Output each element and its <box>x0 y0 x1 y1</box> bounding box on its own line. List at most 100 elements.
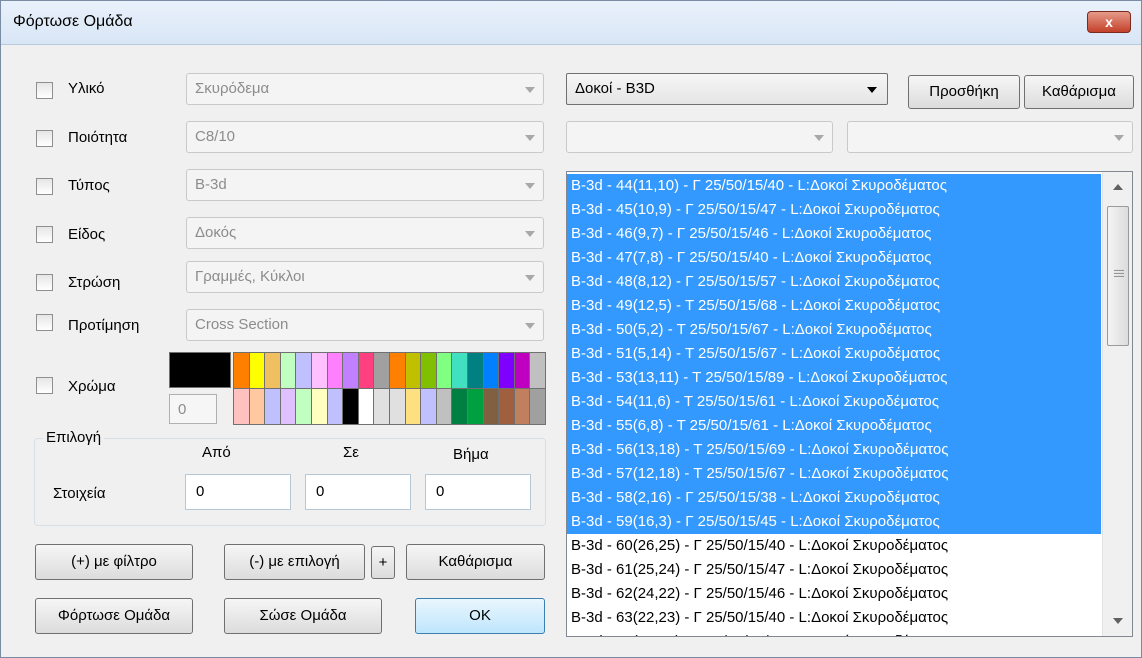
color-swatch[interactable] <box>343 389 358 424</box>
color-swatch[interactable] <box>390 389 405 424</box>
color-swatch[interactable] <box>468 389 483 424</box>
list-item[interactable]: B-3d - 63(22,23) - Γ 25/50/15/40 - L:Δοκ… <box>567 606 1101 630</box>
color-checkbox[interactable] <box>36 377 53 394</box>
list-item[interactable]: B-3d - 60(26,25) - Γ 25/50/15/40 - L:Δοκ… <box>567 534 1101 558</box>
list-item[interactable]: B-3d - 54(11,6) - T 25/50/15/61 - L:Δοκο… <box>567 390 1101 414</box>
list-item[interactable]: B-3d - 61(25,24) - Γ 25/50/15/47 - L:Δοκ… <box>567 558 1101 582</box>
material-select[interactable]: Σκυρόδεμα <box>186 73 544 105</box>
clear-selection-button[interactable]: Καθάρισμα <box>406 544 545 580</box>
layer-label: Στρώση <box>68 274 121 291</box>
color-swatch[interactable] <box>483 389 499 424</box>
close-button[interactable]: x <box>1087 11 1131 33</box>
elements-list: B-3d - 44(11,10) - Γ 25/50/15/40 - L:Δοκ… <box>567 174 1101 636</box>
add-button[interactable]: Προσθήκη <box>908 75 1020 109</box>
color-swatch[interactable] <box>296 353 311 388</box>
kind-checkbox[interactable] <box>36 226 53 243</box>
color-swatch[interactable] <box>327 353 343 388</box>
layer-select[interactable]: Γραμμές, Κύκλοι <box>186 261 544 293</box>
color-swatch[interactable] <box>483 353 499 388</box>
color-swatch[interactable] <box>234 389 249 424</box>
list-item[interactable]: B-3d - 57(12,18) - T 25/50/15/67 - L:Δοκ… <box>567 462 1101 486</box>
color-swatch[interactable] <box>358 389 374 424</box>
scroll-down-button[interactable] <box>1103 606 1132 636</box>
step-column-label: Βήμα <box>453 446 489 463</box>
color-swatch[interactable] <box>358 353 374 388</box>
quality-select[interactable]: C8/10 <box>186 121 544 153</box>
list-item[interactable]: B-3d - 58(2,16) - Γ 25/50/15/38 - L:Δοκο… <box>567 486 1101 510</box>
list-item[interactable]: B-3d - 56(13,18) - T 25/50/15/69 - L:Δοκ… <box>567 438 1101 462</box>
color-swatch[interactable] <box>296 389 311 424</box>
list-item[interactable]: B-3d - 53(13,11) - T 25/50/15/89 - L:Δοκ… <box>567 366 1101 390</box>
list-item[interactable]: B-3d - 55(6,8) - T 25/50/15/61 - L:Δοκοί… <box>567 414 1101 438</box>
color-swatch[interactable] <box>249 389 265 424</box>
color-swatch[interactable] <box>280 353 296 388</box>
color-swatch[interactable] <box>530 389 545 424</box>
color-swatch[interactable] <box>499 389 514 424</box>
elements-listbox[interactable]: B-3d - 44(11,10) - Γ 25/50/15/40 - L:Δοκ… <box>566 171 1133 637</box>
step-input[interactable]: 0 <box>425 474 531 510</box>
selected-color-swatch[interactable] <box>169 352 231 388</box>
color-swatch[interactable] <box>312 353 327 388</box>
color-swatch[interactable] <box>405 389 421 424</box>
color-swatch[interactable] <box>249 353 265 388</box>
from-input[interactable]: 0 <box>185 474 291 510</box>
list-item[interactable]: B-3d - 48(8,12) - Γ 25/50/15/57 - L:Δοκο… <box>567 270 1101 294</box>
color-swatch[interactable] <box>234 353 249 388</box>
subfilter-select-2[interactable] <box>847 121 1133 153</box>
preference-select[interactable]: Cross Section <box>186 309 544 341</box>
preference-checkbox[interactable] <box>36 314 53 331</box>
color-swatch[interactable] <box>530 353 545 388</box>
color-swatch[interactable] <box>514 389 530 424</box>
type-select[interactable]: B-3d <box>186 169 544 201</box>
plus-button[interactable]: + <box>371 546 395 579</box>
material-checkbox[interactable] <box>36 82 53 99</box>
color-swatch[interactable] <box>280 389 296 424</box>
ok-button[interactable]: OK <box>415 598 545 634</box>
color-index-field[interactable]: 0 <box>169 394 217 424</box>
list-item[interactable]: B-3d - 51(5,14) - T 25/50/15/67 - L:Δοκο… <box>567 342 1101 366</box>
color-swatch[interactable] <box>452 353 467 388</box>
add-with-filter-button[interactable]: (+) με φίλτρο <box>35 544 193 580</box>
layer-checkbox[interactable] <box>36 274 53 291</box>
scroll-up-button[interactable] <box>1103 172 1132 202</box>
list-item[interactable]: B-3d - 44(11,10) - Γ 25/50/15/40 - L:Δοκ… <box>567 174 1101 198</box>
subfilter-select-1[interactable] <box>566 121 833 153</box>
save-group-button[interactable]: Σώσε Ομάδα <box>224 598 382 634</box>
color-swatch[interactable] <box>374 389 389 424</box>
scroll-thumb[interactable]: ― ― ― <box>1107 206 1129 346</box>
color-swatch[interactable] <box>436 389 452 424</box>
color-swatch[interactable] <box>390 353 405 388</box>
color-swatch[interactable] <box>405 353 421 388</box>
type-checkbox[interactable] <box>36 178 53 195</box>
list-item[interactable]: B-3d - 64(23,27) - Γ 25/50/15/57 - L:Δοκ… <box>567 630 1101 636</box>
color-swatch[interactable] <box>421 353 436 388</box>
list-item[interactable]: B-3d - 59(16,3) - Γ 25/50/15/45 - L:Δοκο… <box>567 510 1101 534</box>
element-type-select[interactable]: Δοκοί - B3D <box>566 73 888 105</box>
color-swatch[interactable] <box>499 353 514 388</box>
list-item[interactable]: B-3d - 46(9,7) - Γ 25/50/15/46 - L:Δοκοί… <box>567 222 1101 246</box>
remove-with-selection-button[interactable]: (-) με επιλογή <box>224 544 365 580</box>
list-item[interactable]: B-3d - 49(12,5) - T 25/50/15/68 - L:Δοκο… <box>567 294 1101 318</box>
color-swatch[interactable] <box>265 389 280 424</box>
list-item[interactable]: B-3d - 47(7,8) - Γ 25/50/15/40 - L:Δοκοί… <box>567 246 1101 270</box>
color-swatch[interactable] <box>514 353 530 388</box>
list-item[interactable]: B-3d - 45(10,9) - Γ 25/50/15/47 - L:Δοκο… <box>567 198 1101 222</box>
color-swatch[interactable] <box>468 353 483 388</box>
load-group-button[interactable]: Φόρτωσε Ομάδα <box>35 598 193 634</box>
list-item[interactable]: B-3d - 62(24,22) - Γ 25/50/15/46 - L:Δοκ… <box>567 582 1101 606</box>
color-swatch[interactable] <box>343 353 358 388</box>
kind-select[interactable]: Δοκός <box>186 217 544 249</box>
list-item[interactable]: B-3d - 50(5,2) - T 25/50/15/67 - L:Δοκοί… <box>567 318 1101 342</box>
color-swatch[interactable] <box>452 389 467 424</box>
color-swatch[interactable] <box>327 389 343 424</box>
layer-value: Γραμμές, Κύκλοι <box>195 268 305 285</box>
color-swatch[interactable] <box>312 389 327 424</box>
color-swatch[interactable] <box>374 353 389 388</box>
color-swatch[interactable] <box>421 389 436 424</box>
to-input[interactable]: 0 <box>305 474 411 510</box>
clear-button[interactable]: Καθάρισμα <box>1024 75 1134 109</box>
color-swatch[interactable] <box>265 353 280 388</box>
quality-checkbox[interactable] <box>36 130 53 147</box>
vertical-scrollbar[interactable]: ― ― ― <box>1102 172 1132 636</box>
color-swatch[interactable] <box>436 353 452 388</box>
